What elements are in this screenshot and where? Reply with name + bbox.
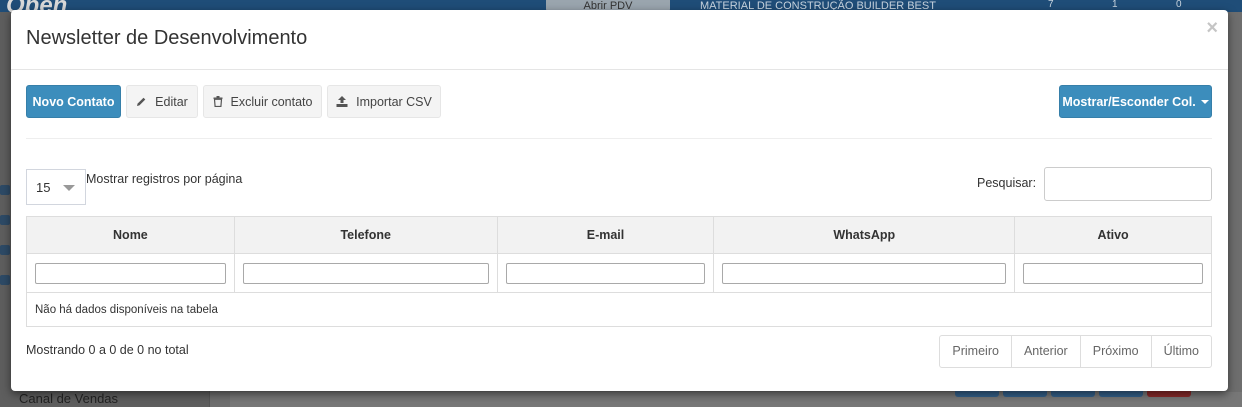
pagination-next[interactable]: Próximo bbox=[1079, 335, 1152, 368]
trash-icon bbox=[213, 96, 223, 107]
pencil-icon bbox=[136, 96, 147, 107]
badge-tasks: 0 bbox=[1176, 0, 1182, 10]
pagination-last[interactable]: Último bbox=[1150, 335, 1212, 368]
badge-messages: 7 bbox=[1048, 0, 1054, 10]
action-button[interactable] bbox=[1003, 391, 1047, 397]
action-button[interactable] bbox=[955, 391, 999, 397]
search-input[interactable] bbox=[1044, 167, 1212, 201]
search-label: Pesquisar: bbox=[977, 176, 1037, 190]
toggle-columns-button[interactable]: Mostrar/Esconder Col. bbox=[1059, 85, 1212, 118]
calendar-icon bbox=[0, 275, 10, 285]
caret-down-icon bbox=[1200, 99, 1209, 104]
import-csv-label: Importar CSV bbox=[356, 94, 432, 109]
empty-table-message: Não há dados disponíveis na tabela bbox=[26, 292, 1212, 327]
filter-email-input[interactable] bbox=[505, 262, 706, 284]
edit-label: Editar bbox=[155, 94, 188, 109]
filter-telefone-input[interactable] bbox=[242, 262, 489, 284]
action-button-danger[interactable] bbox=[1147, 391, 1191, 397]
filter-whatsapp-input[interactable] bbox=[722, 262, 1007, 284]
edit-button[interactable]: Editar bbox=[126, 85, 198, 118]
newsletter-modal: Newsletter de Desenvolvimento × Novo Con… bbox=[11, 10, 1228, 391]
page-length-select[interactable]: 15 bbox=[26, 169, 86, 205]
column-header-whatsapp[interactable]: WhatsApp bbox=[713, 216, 1016, 254]
contacts-table: Nome Telefone E-mail WhatsApp Ativo Não … bbox=[26, 216, 1212, 327]
toggle-columns-label: Mostrar/Esconder Col. bbox=[1062, 94, 1196, 109]
delete-contact-label: Excluir contato bbox=[230, 94, 313, 109]
toolbar-divider bbox=[26, 138, 1212, 139]
import-csv-button[interactable]: Importar CSV bbox=[327, 85, 441, 118]
home-icon bbox=[0, 185, 10, 195]
upload-icon bbox=[336, 96, 348, 107]
edit-icon bbox=[0, 215, 10, 225]
new-contact-button[interactable]: Novo Contato bbox=[26, 85, 121, 118]
column-header-ativo[interactable]: Ativo bbox=[1014, 216, 1212, 254]
page-length-label: Mostrar registros por página bbox=[86, 172, 243, 186]
close-icon[interactable]: × bbox=[1206, 18, 1218, 38]
delete-contact-button[interactable]: Excluir contato bbox=[203, 85, 322, 118]
modal-header: Newsletter de Desenvolvimento × bbox=[11, 10, 1228, 70]
pagination: Primeiro Anterior Próximo Último bbox=[939, 335, 1212, 368]
sidebar-item-canal-de-vendas[interactable]: Canal de Vendas bbox=[19, 391, 118, 406]
modal-title: Newsletter de Desenvolvimento bbox=[26, 27, 308, 49]
chevron-down-icon bbox=[63, 185, 75, 191]
table-row: Não há dados disponíveis na tabela bbox=[26, 292, 1212, 327]
sidebar-icons bbox=[0, 185, 10, 305]
column-header-nome[interactable]: Nome bbox=[26, 216, 235, 254]
users-icon bbox=[0, 245, 10, 255]
column-filter-row bbox=[26, 253, 1212, 293]
pagination-first[interactable]: Primeiro bbox=[939, 335, 1012, 368]
filter-ativo-input[interactable] bbox=[1023, 262, 1203, 284]
toolbar: Novo Contato Editar Excluir contato Impo… bbox=[26, 85, 1212, 118]
column-header-telefone[interactable]: Telefone bbox=[233, 216, 498, 254]
column-header-email[interactable]: E-mail bbox=[496, 216, 715, 254]
filter-nome-input[interactable] bbox=[35, 262, 226, 284]
table-info: Mostrando 0 a 0 de 0 no total bbox=[26, 343, 189, 357]
badge-alerts: 1 bbox=[1112, 0, 1118, 10]
pagination-previous[interactable]: Anterior bbox=[1010, 335, 1081, 368]
action-button[interactable] bbox=[1051, 391, 1095, 397]
action-button[interactable] bbox=[1099, 391, 1143, 397]
content-action-buttons bbox=[955, 391, 1191, 397]
page-length-value: 15 bbox=[36, 179, 51, 195]
new-contact-label: Novo Contato bbox=[32, 94, 115, 109]
